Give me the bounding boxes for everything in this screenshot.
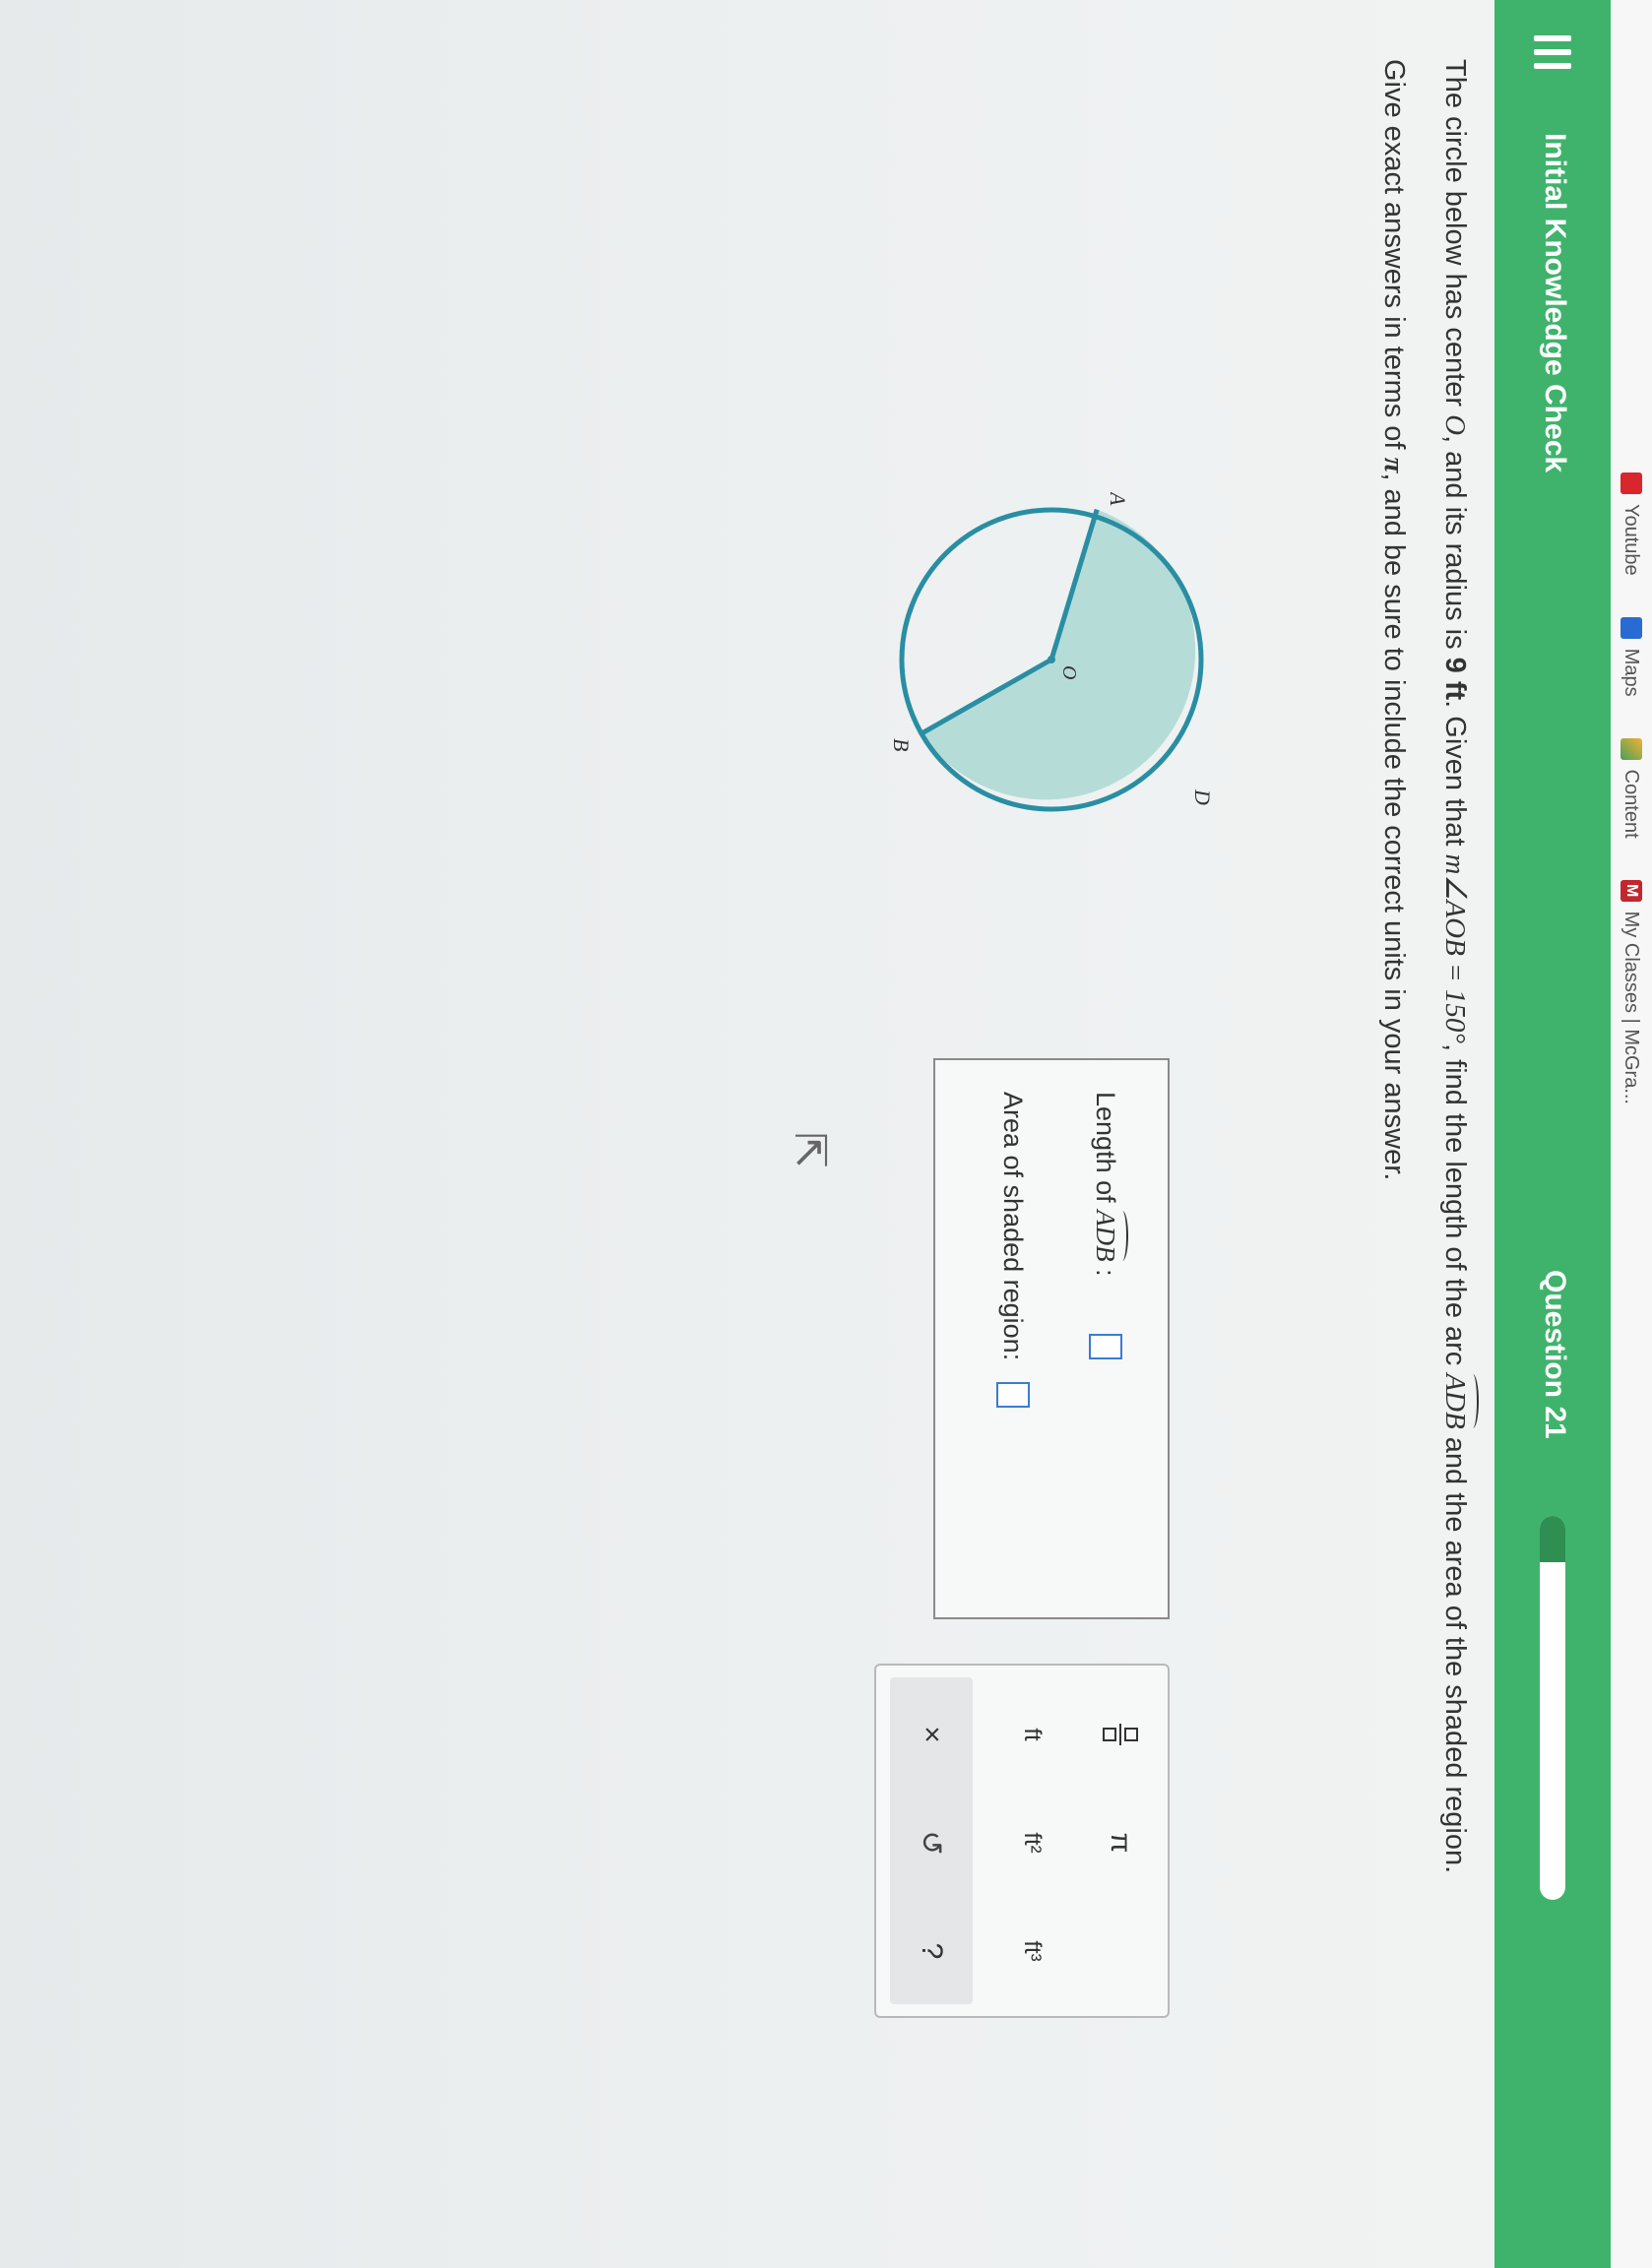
center-point xyxy=(1048,656,1055,663)
undo-button[interactable]: ↺ xyxy=(904,1803,959,1882)
prompt-arc: ADB xyxy=(1439,1373,1471,1429)
prompt-text: and the area of the shaded region. xyxy=(1439,1428,1471,1874)
circle-diagram: O A B D xyxy=(889,492,1215,812)
content-icon xyxy=(1620,737,1642,760)
page-title: Initial Knowledge Check xyxy=(1539,133,1571,473)
bookmark-label: My Classes | McGra... xyxy=(1620,911,1643,1104)
label-arc: ADB xyxy=(1091,1210,1121,1262)
bookmark-my-classes[interactable]: M My Classes | McGra... xyxy=(1620,879,1643,1104)
app-screen: Youtube Maps Content M My Classes | McGr… xyxy=(0,0,1652,2268)
area-row: Area of shaded region: xyxy=(996,1092,1030,1409)
prompt-pi: π xyxy=(1378,457,1410,473)
prompt-text: , and be sure to include the correct uni… xyxy=(1378,472,1410,1181)
menu-icon[interactable] xyxy=(1530,30,1575,75)
fraction-button[interactable] xyxy=(1093,1695,1148,1774)
prompt-radius: 9 ft xyxy=(1439,657,1471,701)
pi-button[interactable]: π xyxy=(1093,1803,1148,1882)
prompt-text: The circle below has center xyxy=(1439,59,1471,415)
bookmark-maps[interactable]: Maps xyxy=(1620,616,1643,697)
prompt-text: , and its radius is xyxy=(1439,435,1471,658)
question-prompt-line2: Give exact answers in terms of π, and be… xyxy=(1377,59,1410,2264)
arc-length-input[interactable] xyxy=(1089,1333,1122,1359)
label-text: Length of xyxy=(1091,1092,1121,1211)
bookmark-youtube[interactable]: Youtube xyxy=(1620,472,1643,576)
arc-length-row: Length of ADB : xyxy=(1089,1092,1122,1359)
progress-bar xyxy=(1540,1516,1565,1900)
label-d: D xyxy=(1190,788,1215,805)
area-label: Area of shaded region: xyxy=(998,1092,1029,1361)
math-keypad: π ft ft² ft³ × ↺ ? xyxy=(874,1664,1170,2018)
bookmark-content[interactable]: Content xyxy=(1620,737,1643,839)
cursor-icon: ⇱ xyxy=(786,1132,834,1168)
label-o: O xyxy=(1058,665,1080,679)
bookmark-label: Content xyxy=(1620,769,1643,839)
question-number: Question 21 xyxy=(1539,1270,1571,1439)
help-button[interactable]: ? xyxy=(904,1912,959,1990)
youtube-icon xyxy=(1620,472,1642,494)
clear-button[interactable]: × xyxy=(904,1695,959,1774)
area-input[interactable] xyxy=(996,1382,1030,1409)
prompt-text: Give exact answers in terms of xyxy=(1378,59,1410,458)
progress-fill xyxy=(1540,1516,1565,1562)
label-a: A xyxy=(1106,492,1130,506)
answer-panel: Length of ADB : Area of shaded region: xyxy=(933,1058,1170,1619)
prompt-center: O xyxy=(1439,414,1471,436)
label-text: : xyxy=(1091,1261,1121,1277)
prompt-text: , find the length of the arc xyxy=(1439,1043,1471,1374)
ft3-button[interactable]: ft³ xyxy=(1004,1912,1059,1990)
bookmarks-bar: Youtube Maps Content M My Classes | McGr… xyxy=(1611,0,1652,2268)
prompt-text: . Given that xyxy=(1439,700,1471,854)
question-prompt-line1: The circle below has center O, and its r… xyxy=(1438,59,1473,2264)
prompt-angle: m∠AOB = 150° xyxy=(1439,853,1471,1044)
keypad-actions: × ↺ ? xyxy=(890,1677,973,2004)
label-b: B xyxy=(889,738,914,751)
ft2-button[interactable]: ft² xyxy=(1004,1803,1059,1882)
bookmark-label: Youtube xyxy=(1620,504,1643,576)
arc-length-label: Length of ADB : xyxy=(1091,1092,1121,1277)
header-bar: Initial Knowledge Check Question 21 xyxy=(1494,0,1611,2268)
mcgraw-icon: M xyxy=(1620,879,1642,902)
bookmark-label: Maps xyxy=(1620,648,1643,697)
ft-button[interactable]: ft xyxy=(1004,1695,1059,1774)
maps-icon xyxy=(1620,616,1642,639)
